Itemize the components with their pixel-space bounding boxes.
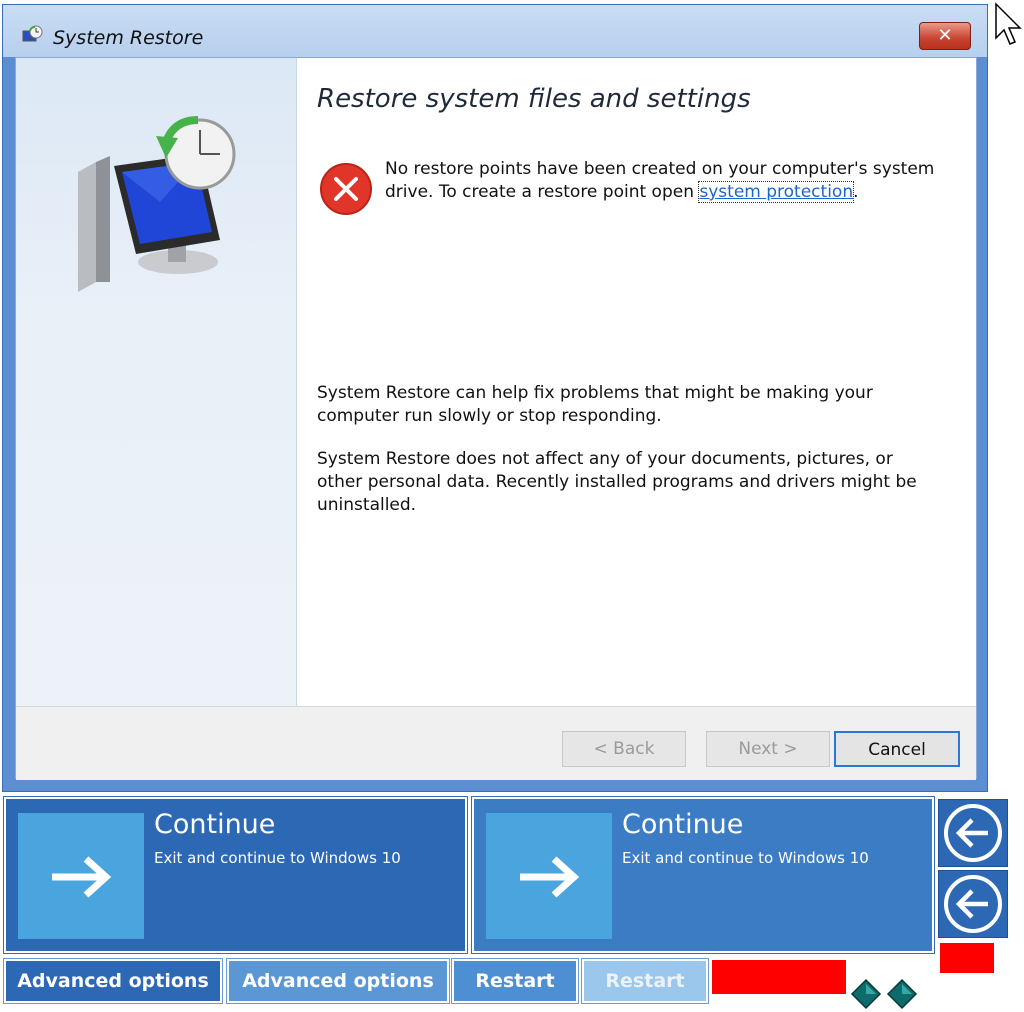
tile-title: Continue xyxy=(154,809,276,840)
dialog-footer: < Back Next > Cancel xyxy=(16,706,976,780)
system-restore-window: System Restore ✕ Restore system files an… xyxy=(2,4,988,792)
mouse-cursor-icon xyxy=(995,2,1022,45)
next-button[interactable]: Next > xyxy=(706,731,830,767)
description-paragraph-2: System Restore does not affect any of yo… xyxy=(317,449,917,515)
arrow-right-icon xyxy=(52,856,112,898)
back-button-circle-1[interactable] xyxy=(938,799,1008,867)
back-arrow-circle-icon xyxy=(944,875,1002,933)
continue-tile-2[interactable]: Continue Exit and continue to Windows 10 xyxy=(471,796,935,954)
title-bar[interactable]: System Restore ✕ xyxy=(3,5,987,57)
description-paragraph-1: System Restore can help fix problems tha… xyxy=(317,383,873,426)
tile-arrow-box xyxy=(486,813,612,939)
continue-tile-1[interactable]: Continue Exit and continue to Windows 10 xyxy=(3,796,468,954)
error-message: No restore points have been created on y… xyxy=(385,158,945,204)
tile-arrow-box xyxy=(18,813,144,939)
side-panel xyxy=(16,58,297,706)
error-message-suffix: . xyxy=(853,182,859,202)
advanced-options-button-1[interactable]: Advanced options xyxy=(3,958,223,1004)
content-panel: Restore system files and settings No res… xyxy=(317,58,976,706)
back-arrow-circle-icon xyxy=(944,804,1002,862)
window-title: System Restore xyxy=(53,27,204,49)
system-protection-link[interactable]: system protection xyxy=(698,181,855,203)
error-x-icon xyxy=(320,163,372,215)
system-restore-icon xyxy=(22,25,43,42)
tile-subtitle: Exit and continue to Windows 10 xyxy=(622,849,869,867)
tile-title: Continue xyxy=(622,809,744,840)
arrow-right-icon xyxy=(520,856,580,898)
cancel-button[interactable]: Cancel xyxy=(834,731,960,767)
restart-button-1[interactable]: Restart xyxy=(451,958,579,1004)
red-block-wide xyxy=(712,960,846,994)
red-block-small xyxy=(940,943,994,973)
restart-button-2[interactable]: Restart xyxy=(581,958,709,1004)
dialog-client-area: Restore system files and settings No res… xyxy=(15,57,977,780)
system-restore-monitor-icon xyxy=(78,116,236,292)
back-button-circle-2[interactable] xyxy=(938,870,1008,938)
advanced-options-button-2[interactable]: Advanced options xyxy=(226,958,450,1004)
diamond-icon xyxy=(850,978,918,1010)
close-button[interactable]: ✕ xyxy=(919,22,971,50)
page-heading: Restore system files and settings xyxy=(317,84,751,114)
back-button[interactable]: < Back xyxy=(562,731,686,767)
tile-subtitle: Exit and continue to Windows 10 xyxy=(154,849,401,867)
